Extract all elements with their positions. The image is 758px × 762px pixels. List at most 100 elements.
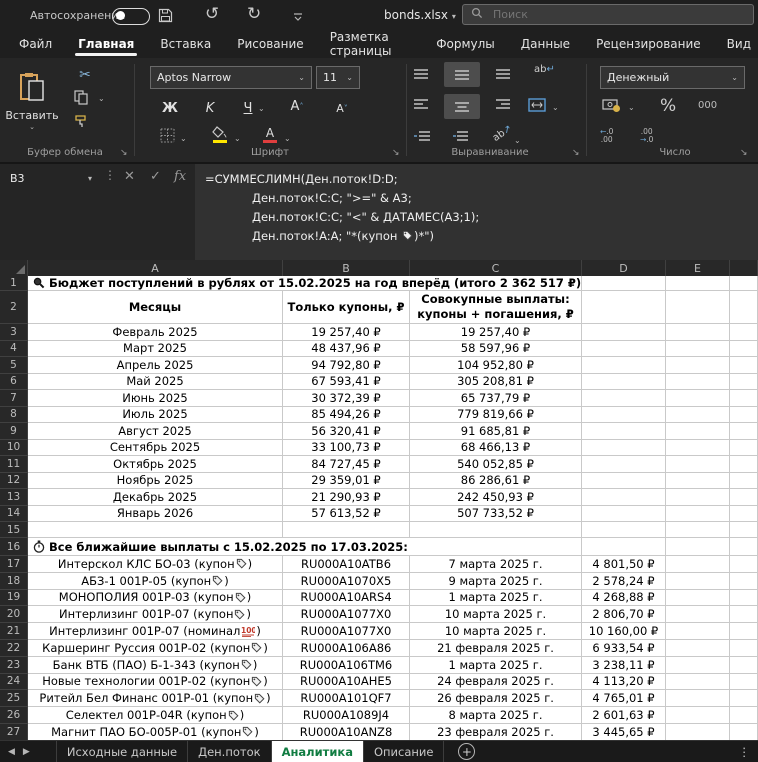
clipboard-dialog-launcher-icon[interactable]: ↘ (120, 148, 128, 158)
font-size-select[interactable]: 11⌄ (316, 66, 360, 89)
row-header-26[interactable]: 26 (0, 707, 28, 724)
row-header-1[interactable]: 1 (0, 276, 28, 291)
align-right-icon[interactable] (496, 98, 510, 110)
grid-cell-E17[interactable] (666, 556, 730, 573)
coupons-cell-B8[interactable]: 85 494,26 ₽ (283, 407, 410, 424)
row-header-18[interactable]: 18 (0, 573, 28, 590)
total-cell-C9[interactable]: 91 685,81 ₽ (410, 423, 582, 440)
row-header-20[interactable]: 20 (0, 606, 28, 623)
grid-cell-D14[interactable] (582, 506, 666, 523)
date-cell-C24[interactable]: 24 февраля 2025 г. (410, 674, 582, 691)
grid-cell-15-2[interactable] (410, 522, 582, 538)
amount-cell-D17[interactable]: 4 801,50 ₽ (582, 556, 666, 573)
grid-cell-F22[interactable] (730, 640, 758, 657)
grid-cell-E25[interactable] (666, 690, 730, 707)
date-cell-C18[interactable]: 9 марта 2025 г. (410, 573, 582, 590)
grid-cell-F1[interactable] (730, 276, 758, 291)
grid-cell-E5[interactable] (666, 357, 730, 374)
grid-cell-F6[interactable] (730, 374, 758, 391)
document-title[interactable]: bonds.xlsx ▾ (384, 8, 456, 22)
bond-name-cell-A27[interactable]: Магнит ПАО БО-005Р-01 (купон ) (28, 724, 283, 741)
bond-name-cell-A20[interactable]: Интерлизинг 001Р-07 (купон ) (28, 606, 283, 623)
grid-cell-E8[interactable] (666, 407, 730, 424)
grid-cell-F8[interactable] (730, 407, 758, 424)
total-header-cell[interactable]: Совокупные выплаты:купоны + погашения, ₽ (410, 291, 582, 324)
row-header-2[interactable]: 2 (0, 291, 28, 324)
row-header-13[interactable]: 13 (0, 489, 28, 506)
cut-icon[interactable]: ✂ (76, 66, 94, 84)
amount-cell-D24[interactable]: 4 113,20 ₽ (582, 674, 666, 691)
search-box[interactable] (462, 4, 754, 25)
ribbon-tab-Вставка[interactable]: Вставка (147, 30, 224, 58)
grid-cell-D1[interactable] (582, 276, 666, 291)
month-cell-A5[interactable]: Апрель 2025 (28, 357, 283, 374)
ribbon-tab-Вид[interactable]: Вид (714, 30, 758, 58)
align-center-icon[interactable] (444, 94, 480, 119)
sheet-tab-Аналитика[interactable]: Аналитика (272, 741, 364, 762)
date-cell-C21[interactable]: 10 марта 2025 г. (410, 623, 582, 640)
grid-cell-F3[interactable] (730, 324, 758, 341)
isin-cell-B26[interactable]: RU000A1089J4 (283, 707, 410, 724)
coupons-header-cell[interactable]: Только купоны, ₽ (283, 291, 410, 324)
copy-dropdown-icon[interactable]: ⌄ (98, 94, 105, 103)
date-cell-C19[interactable]: 1 марта 2025 г. (410, 590, 582, 607)
formula-input[interactable]: =СУММЕСЛИМН(Ден.поток!D:D;Ден.поток!C:C;… (195, 164, 758, 260)
grid-cell-E12[interactable] (666, 473, 730, 490)
grid-cell-F25[interactable] (730, 690, 758, 707)
row-header-14[interactable]: 14 (0, 506, 28, 523)
row-header-10[interactable]: 10 (0, 440, 28, 457)
borders-dropdown-icon[interactable]: ⌄ (180, 134, 187, 143)
ribbon-tab-Рецензирование[interactable]: Рецензирование (583, 30, 714, 58)
sheet-nav-right-icon[interactable]: ▶ (23, 747, 38, 757)
row-header-16[interactable]: 16 (0, 538, 28, 556)
align-middle-icon[interactable] (444, 62, 480, 87)
grid-cell-E14[interactable] (666, 506, 730, 523)
bond-name-cell-A24[interactable]: Новые технологии 001Р-02 (купон ) (28, 674, 283, 691)
percent-style-button[interactable]: % (660, 96, 676, 116)
total-cell-C5[interactable]: 104 952,80 ₽ (410, 357, 582, 374)
align-top-icon[interactable] (414, 68, 428, 80)
bond-name-cell-A25[interactable]: Ритейл Бел Финанс 001Р-01 (купон ) (28, 690, 283, 707)
font-dialog-launcher-icon[interactable]: ↘ (392, 148, 400, 158)
sheet-tab-Исходные данные[interactable]: Исходные данные (56, 741, 188, 762)
coupons-cell-B11[interactable]: 84 727,45 ₽ (283, 456, 410, 473)
coupons-cell-B13[interactable]: 21 290,93 ₽ (283, 489, 410, 506)
month-cell-A3[interactable]: Февраль 2025 (28, 324, 283, 341)
grid-cell-F21[interactable] (730, 623, 758, 640)
ribbon-tab-Формулы[interactable]: Формулы (423, 30, 508, 58)
align-left-icon[interactable] (414, 98, 428, 110)
isin-cell-B21[interactable]: RU000A1077X0 (283, 623, 410, 640)
grid-cell-E2[interactable] (666, 291, 730, 324)
coupons-cell-B7[interactable]: 30 372,39 ₽ (283, 390, 410, 407)
search-input[interactable] (491, 7, 745, 22)
amount-cell-D19[interactable]: 4 268,88 ₽ (582, 590, 666, 607)
grid-cell-E1[interactable] (666, 276, 730, 291)
grid-cell-E3[interactable] (666, 324, 730, 341)
bond-name-cell-A23[interactable]: Банк ВТБ (ПАО) Б-1-343 (купон ) (28, 657, 283, 674)
grid-cell-F26[interactable] (730, 707, 758, 724)
row-header-8[interactable]: 8 (0, 407, 28, 424)
month-cell-A8[interactable]: Июль 2025 (28, 407, 283, 424)
borders-icon[interactable] (160, 128, 175, 143)
grid-cell-E19[interactable] (666, 590, 730, 607)
bond-name-cell-A18[interactable]: АБЗ-1 001Р-05 (купон ) (28, 573, 283, 590)
total-cell-C4[interactable]: 58 597,96 ₽ (410, 341, 582, 358)
upcoming-payouts-title-cell[interactable]: Все ближайшие выплаты с 15.02.2025 по 17… (28, 538, 582, 556)
date-cell-C23[interactable]: 1 марта 2025 г. (410, 657, 582, 674)
font-name-select[interactable]: Aptos Narrow⌄ (150, 66, 312, 89)
fill-color-icon[interactable] (212, 126, 228, 139)
number-dialog-launcher-icon[interactable]: ↘ (740, 148, 748, 158)
bond-name-cell-A26[interactable]: Селектел 001Р-04R (купон ) (28, 707, 283, 724)
grid-cell-D12[interactable] (582, 473, 666, 490)
date-cell-C20[interactable]: 10 марта 2025 г. (410, 606, 582, 623)
isin-cell-B23[interactable]: RU000A106TM6 (283, 657, 410, 674)
decrease-decimal-icon[interactable]: .00→.0 (640, 128, 653, 144)
total-cell-C12[interactable]: 86 286,61 ₽ (410, 473, 582, 490)
total-cell-C6[interactable]: 305 208,81 ₽ (410, 374, 582, 391)
month-cell-A4[interactable]: Март 2025 (28, 341, 283, 358)
total-cell-C13[interactable]: 242 450,93 ₽ (410, 489, 582, 506)
row-header-15[interactable]: 15 (0, 522, 28, 538)
coupons-cell-B9[interactable]: 56 320,41 ₽ (283, 423, 410, 440)
number-format-select[interactable]: Денежный⌄ (600, 66, 745, 89)
grid-cell-D11[interactable] (582, 456, 666, 473)
